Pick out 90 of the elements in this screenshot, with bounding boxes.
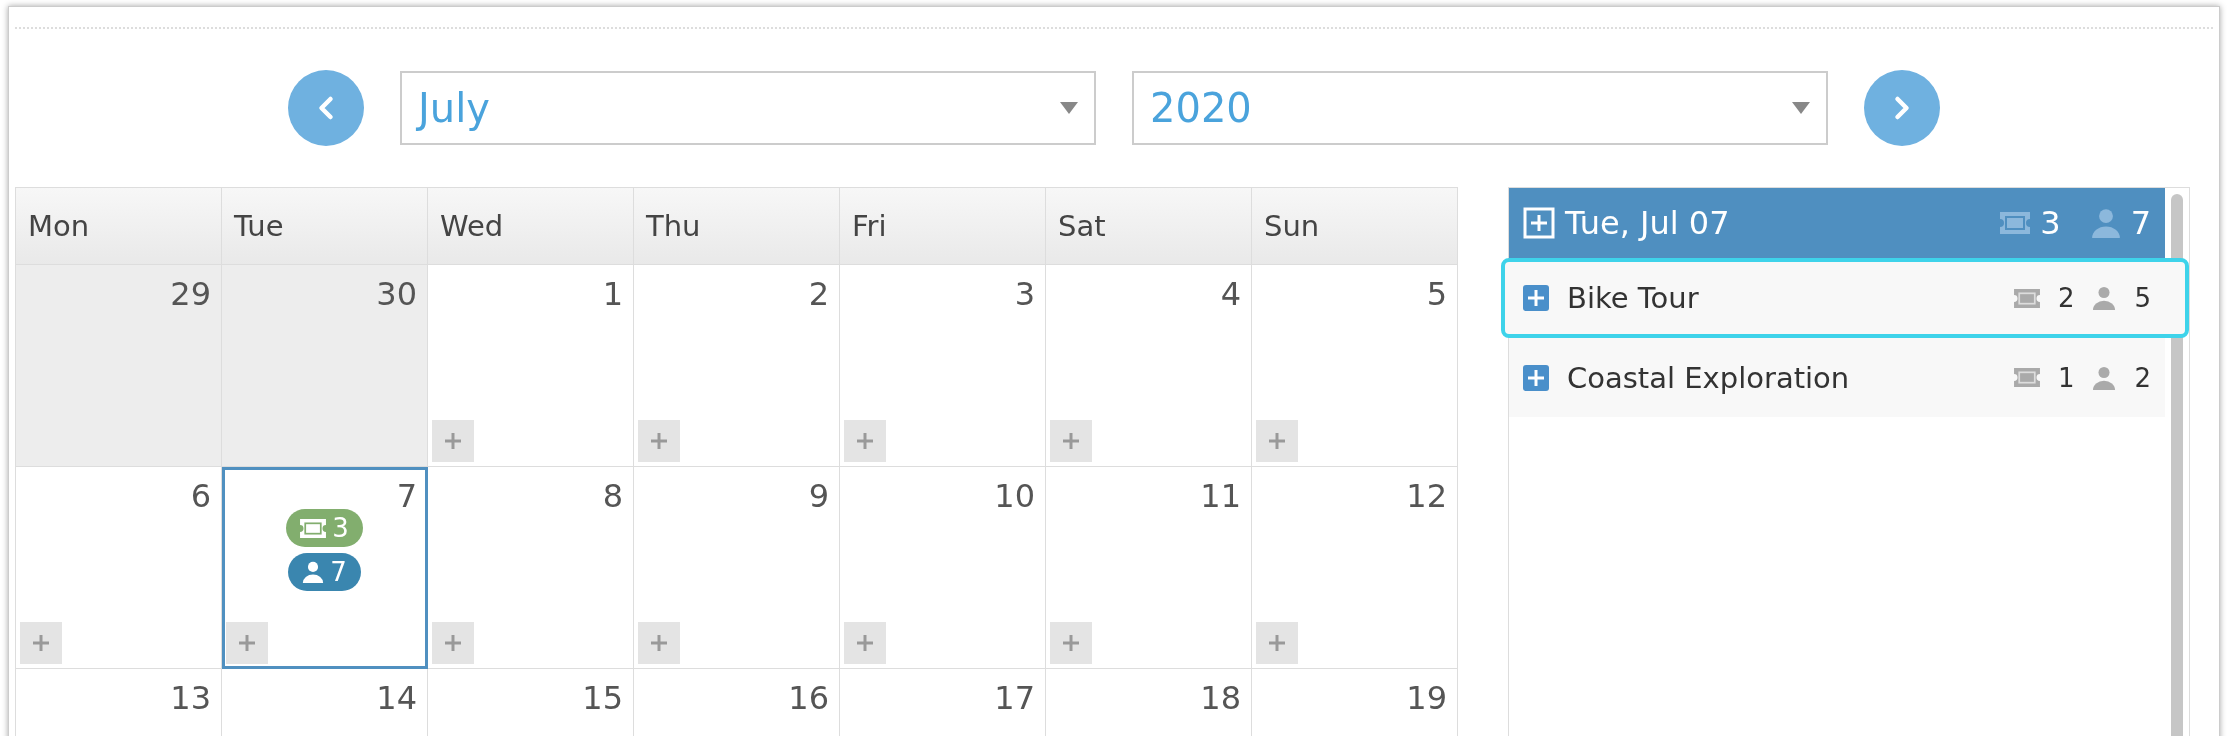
plus-icon: [855, 633, 875, 653]
plus-icon: [1061, 633, 1081, 653]
plus-icon: [237, 633, 257, 653]
day-number: 18: [1200, 679, 1241, 717]
plus-square-icon[interactable]: [1523, 285, 1549, 311]
day-cell[interactable]: 12: [1252, 467, 1458, 669]
weekday-header: Sat: [1046, 187, 1252, 265]
tickets-count: 1: [2057, 362, 2075, 393]
plus-square-icon[interactable]: [1523, 207, 1555, 239]
day-cell[interactable]: 9: [634, 467, 840, 669]
caret-icon: [1060, 102, 1078, 114]
weekday-header: Tue: [222, 187, 428, 265]
day-cell[interactable]: 2: [634, 265, 840, 467]
day-cell[interactable]: 5: [1252, 265, 1458, 467]
day-number: 16: [788, 679, 829, 717]
add-button[interactable]: [844, 622, 886, 664]
caret-icon: [1792, 102, 1810, 114]
add-button[interactable]: [20, 622, 62, 664]
add-button[interactable]: [638, 622, 680, 664]
day-number: 11: [1200, 477, 1241, 515]
plus-icon: [443, 633, 463, 653]
day-cell[interactable]: 30: [222, 265, 428, 467]
weekday-header: Thu: [634, 187, 840, 265]
day-number: 3: [1014, 275, 1035, 313]
weekday-header: Fri: [840, 187, 1046, 265]
day-number: 12: [1406, 477, 1447, 515]
day-panel-title: Tue, Jul 07: [1565, 204, 1730, 242]
ticket-icon: [2000, 212, 2031, 234]
tickets-count: 3: [2040, 204, 2061, 242]
tickets-badge: 3: [286, 509, 363, 547]
tour-item[interactable]: Bike Tour 2 5: [1501, 258, 2189, 338]
day-number: 14: [376, 679, 417, 717]
add-button[interactable]: [1256, 420, 1298, 462]
tour-item[interactable]: Coastal Exploration 1 2: [1509, 338, 2165, 418]
add-button[interactable]: [638, 420, 680, 462]
day-cell[interactable]: 8: [428, 467, 634, 669]
person-icon: [2092, 365, 2117, 390]
tour-name: Coastal Exploration: [1567, 360, 1851, 395]
day-number: 15: [582, 679, 623, 717]
people-count: 2: [2134, 362, 2151, 393]
day-number: 4: [1220, 275, 1241, 313]
day-number: 8: [602, 477, 623, 515]
tickets-count: 2: [2057, 283, 2075, 313]
add-button[interactable]: [432, 420, 474, 462]
plus-icon: [855, 431, 875, 451]
plus-icon: [443, 431, 463, 451]
ticket-icon: [2013, 368, 2040, 387]
person-icon: [2090, 208, 2121, 238]
people-count: 7: [2130, 204, 2151, 242]
day-cell[interactable]: 4: [1046, 265, 1252, 467]
day-number: 13: [170, 679, 211, 717]
plus-icon: [1061, 431, 1081, 451]
day-number: 9: [808, 477, 829, 515]
people-badge: 7: [288, 553, 361, 591]
day-cell[interactable]: 11: [1046, 467, 1252, 669]
day-number: 19: [1406, 679, 1447, 717]
day-number: 1: [602, 275, 623, 313]
plus-icon: [1267, 431, 1287, 451]
plus-square-icon[interactable]: [1523, 364, 1549, 391]
plus-icon: [649, 431, 669, 451]
add-button[interactable]: [1050, 420, 1092, 462]
person-icon: [2092, 286, 2117, 310]
day-number: 10: [994, 477, 1035, 515]
day-number: 30: [376, 275, 417, 313]
day-cell[interactable]: 10: [840, 467, 1046, 669]
plus-icon: [649, 633, 669, 653]
plus-icon: [31, 633, 51, 653]
day-number: 7: [396, 477, 417, 515]
add-button[interactable]: [432, 622, 474, 664]
ticket-icon: [2013, 288, 2040, 308]
day-number: 6: [190, 477, 211, 515]
day-number: 29: [170, 275, 211, 313]
add-button[interactable]: [844, 420, 886, 462]
weekday-header: Sun: [1252, 187, 1458, 265]
add-button[interactable]: [1050, 622, 1092, 664]
people-count: 5: [2134, 283, 2151, 313]
day-number: 5: [1426, 275, 1447, 313]
add-button[interactable]: [1256, 622, 1298, 664]
plus-icon: [1267, 633, 1287, 653]
day-cell[interactable]: 6: [16, 467, 222, 669]
weekday-header: Wed: [428, 187, 634, 265]
day-number: 2: [808, 275, 829, 313]
tour-name: Bike Tour: [1567, 281, 1700, 315]
add-button[interactable]: [226, 622, 268, 664]
day-cell[interactable]: 7 3 7: [222, 467, 428, 669]
weekday-header: Mon: [16, 187, 222, 265]
day-cell[interactable]: 3: [840, 265, 1046, 467]
day-cell[interactable]: 29: [16, 265, 222, 467]
day-number: 17: [994, 679, 1035, 717]
day-cell[interactable]: 1: [428, 265, 634, 467]
